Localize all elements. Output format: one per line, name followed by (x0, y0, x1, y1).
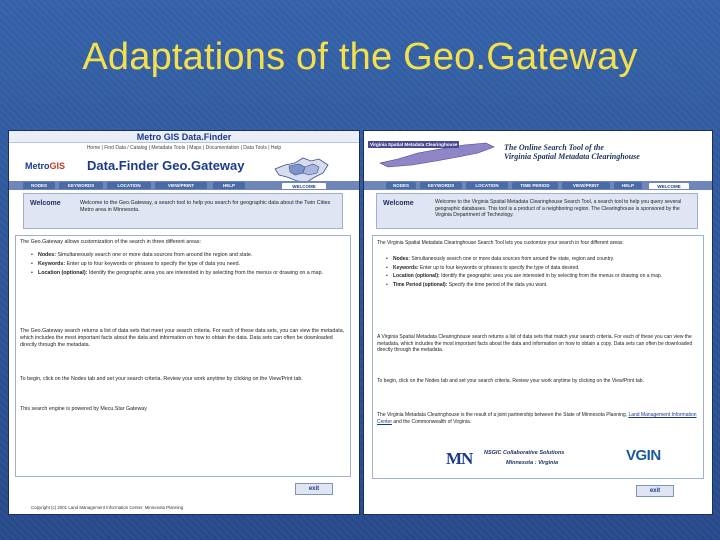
results-paragraph: A Virginia Spatial Metadata Clearinghous… (377, 334, 693, 353)
banner-title: Metro GIS Data.Finder (136, 132, 232, 142)
list-item: Keywords: Enter up to four keywords or p… (385, 265, 697, 272)
app-header: MetroGIS Data.Finder Geo.Gateway (9, 155, 359, 183)
virginia-screenshot: Virginia Spatial Metadata Clearinghouse … (363, 130, 713, 515)
powered-by-text: This search engine is powered by Mecu.St… (20, 406, 147, 412)
bullet-text: Simultaneously search one or more data s… (411, 256, 615, 262)
bullet-text: Enter up to four keywords or phrases to … (66, 261, 241, 267)
tab-view-print[interactable]: VIEW/PRINT (155, 182, 207, 189)
list-item: Nodes: Simultaneously search one or more… (385, 256, 697, 263)
app-title: Data.Finder Geo.Gateway (87, 158, 245, 173)
partner-line-1: NSGIC Collaborative Solutions (484, 450, 565, 456)
bullet-text: Specify the time period of the data you … (448, 281, 548, 288)
list-item: Time Period (optional): Specify the time… (385, 282, 697, 289)
welcome-label: Welcome (383, 200, 414, 207)
tab-location[interactable]: LOCATION (466, 182, 508, 189)
partnership-text-end: and the Commonwealth of Virginia. (393, 418, 472, 425)
right-tab-bar: NODES KEYWORDS LOCATION TIME PERIOD VIEW… (364, 181, 712, 190)
tab-nodes[interactable]: NODES (386, 182, 416, 189)
tab-keywords[interactable]: KEYWORDS (420, 182, 462, 189)
welcome-box: Welcome Welcome to the Geo.Gateway, a se… (23, 193, 343, 229)
welcome-box: Welcome Welcome to the Virginia Spatial … (376, 193, 698, 229)
partnership-paragraph: The Virginia Metadata Clearinghouse is t… (377, 412, 699, 425)
welcome-text: Welcome to the Geo.Gateway, a search too… (80, 200, 331, 213)
exit-button[interactable]: exit (295, 483, 333, 495)
tab-view-print[interactable]: VIEW/PRINT (562, 182, 610, 189)
partnership-text: The Virginia Metadata Clearinghouse is t… (377, 412, 628, 418)
logo-gis: GIS (49, 161, 66, 171)
welcome-text: Welcome to the Virginia Spatial Metadata… (435, 199, 682, 219)
begin-paragraph: To begin, click on the Nodes tab and set… (20, 376, 303, 382)
bullet-label: Location (optional): (38, 270, 88, 276)
metrogis-logo: MetroGIS (25, 161, 65, 171)
begin-paragraph: To begin, click on the Nodes tab and set… (377, 378, 644, 384)
virginia-title: The Online Search Tool of the Virginia S… (504, 143, 640, 161)
list-item: Location (optional): Identify the geogra… (30, 270, 342, 277)
bullet-text: Enter up to four keywords or phrases to … (419, 264, 580, 271)
welcome-label: Welcome (30, 200, 61, 207)
title-line-2: Virginia Spatial Metadata Clearinghouse (504, 152, 640, 161)
feature-list: Nodes: Simultaneously search one or more… (30, 252, 342, 279)
intro-text: The Geo.Gateway allows customization of … (20, 239, 201, 245)
logo-caption: Virginia Spatial Metadata Clearinghouse (368, 141, 460, 148)
bullet-label: Time Period (optional): (393, 281, 448, 288)
content-box: The Virginia Spatial Metadata Clearingho… (372, 235, 704, 479)
bullet-label: Nodes: (38, 252, 56, 258)
content-box: The Geo.Gateway allows customization of … (15, 235, 351, 477)
minnesota-logo: MN (446, 449, 473, 468)
bullet-text: Identify the geographic area you are int… (88, 270, 324, 276)
bullet-label: Keywords: (38, 261, 66, 267)
results-paragraph: The Geo.Gateway search returns a list of… (20, 328, 345, 348)
list-item: Nodes: Simultaneously search one or more… (30, 252, 342, 259)
tab-help[interactable]: HELP (213, 182, 245, 189)
tab-keywords[interactable]: KEYWORDS (59, 182, 103, 189)
tab-time-period[interactable]: TIME PERIOD (512, 182, 558, 189)
bullet-label: Nodes: (393, 256, 410, 262)
tab-location[interactable]: LOCATION (107, 182, 151, 189)
bullet-text: Simultaneously search one or more data s… (57, 252, 253, 258)
bullet-text: Identify the geographic area you are int… (441, 273, 663, 279)
top-nav-links[interactable]: Home | Find Data / Catalog | Metadata To… (9, 143, 359, 153)
list-item: Location (optional): Identify the geogra… (385, 273, 697, 280)
metrogis-screenshot: Metro GIS Data.Finder Home | Find Data /… (8, 130, 360, 515)
tab-nodes[interactable]: NODES (23, 182, 55, 189)
partner-line-2: Minnesota : Virginia (506, 460, 559, 466)
left-tab-bar: NODES KEYWORDS LOCATION VIEW/PRINT HELP … (9, 181, 359, 190)
intro-text: The Virginia Spatial Metadata Clearingho… (377, 240, 624, 246)
bullet-label: Keywords: (393, 264, 419, 271)
title-line-1: The Online Search Tool of the (504, 143, 604, 152)
vgin-logo: VGIN (626, 447, 661, 464)
feature-list: Nodes: Simultaneously search one or more… (385, 256, 697, 290)
copyright-footer: Copyright (c) 2001 Land Management Infor… (31, 505, 184, 510)
slide-title: Adaptations of the Geo.Gateway (82, 36, 638, 78)
metrogis-banner: Metro GIS Data.Finder (9, 131, 359, 143)
bullet-label: Location (optional): (393, 273, 440, 279)
tab-welcome[interactable]: WELCOME (648, 182, 690, 189)
tab-help[interactable]: HELP (614, 182, 642, 189)
logo-metro: Metro (25, 161, 50, 171)
exit-button[interactable]: exit (636, 485, 674, 497)
tab-welcome[interactable]: WELCOME (281, 182, 327, 189)
list-item: Keywords: Enter up to four keywords or p… (30, 261, 342, 268)
